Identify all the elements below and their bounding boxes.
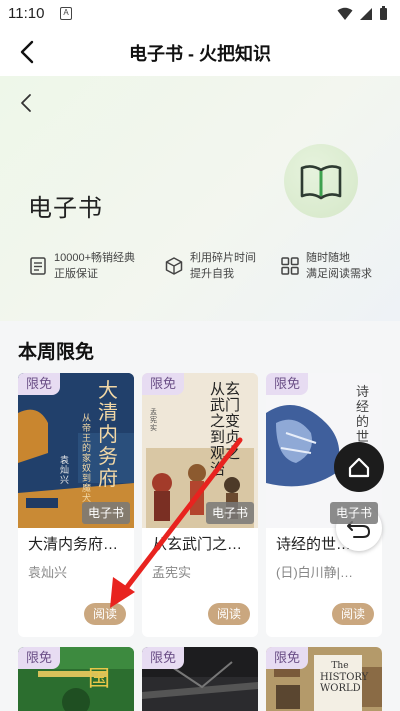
free-badge: 限免 [142, 647, 184, 669]
notification-a-icon: A [60, 7, 72, 20]
open-book-icon [300, 165, 342, 200]
floating-home-button[interactable] [334, 442, 384, 492]
cover-author: 袁灿兴 [60, 455, 70, 485]
book-cover[interactable]: 从玄武门之变到贞观之治 孟宪实 限免 电子书 [142, 373, 258, 528]
hero-title: 电子书 [28, 195, 103, 222]
home-icon [348, 457, 370, 478]
cover-text-block: The HISTORY WORLD [320, 661, 369, 694]
free-badge: 限免 [266, 647, 308, 669]
book-card[interactable]: 限免 [142, 647, 258, 711]
free-badge: 限免 [142, 373, 184, 395]
book-card[interactable]: 诗经的世界 限免 电子书 诗经的世… (日)白川静|… 阅读 [266, 373, 382, 637]
feature-line2: 正版保证 [54, 268, 98, 280]
page-title: 电子书 - 火把知识 [129, 44, 271, 64]
read-button[interactable]: 阅读 [84, 603, 126, 625]
hero-banner: 电子书 10000+畅销经典 正版保证 利用碎片时间 提升自我 随时随地 满足阅… [0, 76, 400, 321]
book-title[interactable]: 大清内务府… [28, 533, 128, 554]
feature-line1: 随时随地 [306, 252, 350, 264]
ebook-badge: 电子书 [330, 502, 378, 524]
cover-text-1: The [331, 661, 349, 671]
read-button[interactable]: 阅读 [332, 603, 374, 625]
nav-bar: 电子书 - 火把知识 [0, 28, 400, 76]
book-badge [284, 144, 358, 218]
ebook-badge: 电子书 [82, 502, 130, 524]
status-bar: 11:10 A [0, 0, 400, 28]
book-author: (日)白川静|… [276, 565, 354, 580]
free-badge: 限免 [18, 647, 60, 669]
feature-line1: 利用碎片时间 [190, 252, 256, 264]
feature-text: 随时随地 满足阅读需求 [306, 250, 372, 282]
feature-line2: 提升自我 [190, 268, 234, 280]
signal-icon [360, 7, 372, 20]
book-author: 袁灿兴 [28, 565, 68, 580]
book-card[interactable]: The HISTORY WORLD 限免 [266, 647, 382, 711]
free-badge: 限免 [266, 373, 308, 395]
feature-line2: 满足阅读需求 [306, 268, 372, 280]
hero-back-icon[interactable] [16, 92, 38, 114]
feature-text: 利用碎片时间 提升自我 [190, 250, 256, 282]
book-cover[interactable]: 大清内务府 从帝王的家奴到魔犬 袁灿兴 限免 电子书 [18, 373, 134, 528]
book-card[interactable]: 从玄武门之变到贞观之治 孟宪实 限免 电子书 从玄武门之… 孟宪实 阅读 [142, 373, 258, 637]
cover-text-3: WORLD [320, 683, 361, 694]
weekly-free-section: 本周限免 大清内务府 从帝王的家奴到魔犬 袁灿兴 限免 电子书 大清内务府… 袁… [0, 321, 400, 711]
book-title[interactable]: 从玄武门之… [152, 533, 252, 554]
cover-author: 孟宪实 [150, 409, 157, 432]
feature-list: 10000+畅销经典 正版保证 利用碎片时间 提升自我 随时随地 满足阅读需求 [28, 250, 388, 286]
status-time: 11:10 [8, 5, 45, 22]
cover-title: 从玄武门之变到贞观之治 [210, 380, 241, 478]
grid-icon [281, 257, 299, 275]
feature-text: 10000+畅销经典 正版保证 [54, 250, 135, 282]
section-title: 本周限免 [18, 342, 95, 363]
ebook-badge: 电子书 [206, 502, 254, 524]
cover-text-2: HISTORY [320, 672, 369, 683]
battery-icon [380, 6, 387, 20]
status-icons [337, 6, 388, 21]
free-badge: 限免 [18, 373, 60, 395]
book-card[interactable]: 国 限免 [18, 647, 134, 711]
book-card[interactable]: 大清内务府 从帝王的家奴到魔犬 袁灿兴 限免 电子书 大清内务府… 袁灿兴 阅读 [18, 373, 134, 637]
cube-icon [165, 257, 183, 275]
book-author: 孟宪实 [152, 565, 192, 580]
cover-title: 大清内务府 [98, 378, 118, 490]
book-doc-icon [30, 257, 46, 275]
read-button[interactable]: 阅读 [208, 603, 250, 625]
cover-subtitle: 从帝王的家奴到魔犬 [82, 413, 92, 503]
cover-text: 国 [88, 667, 111, 692]
wifi-icon [337, 7, 353, 20]
feature-line1: 10000+畅销经典 [54, 252, 136, 264]
